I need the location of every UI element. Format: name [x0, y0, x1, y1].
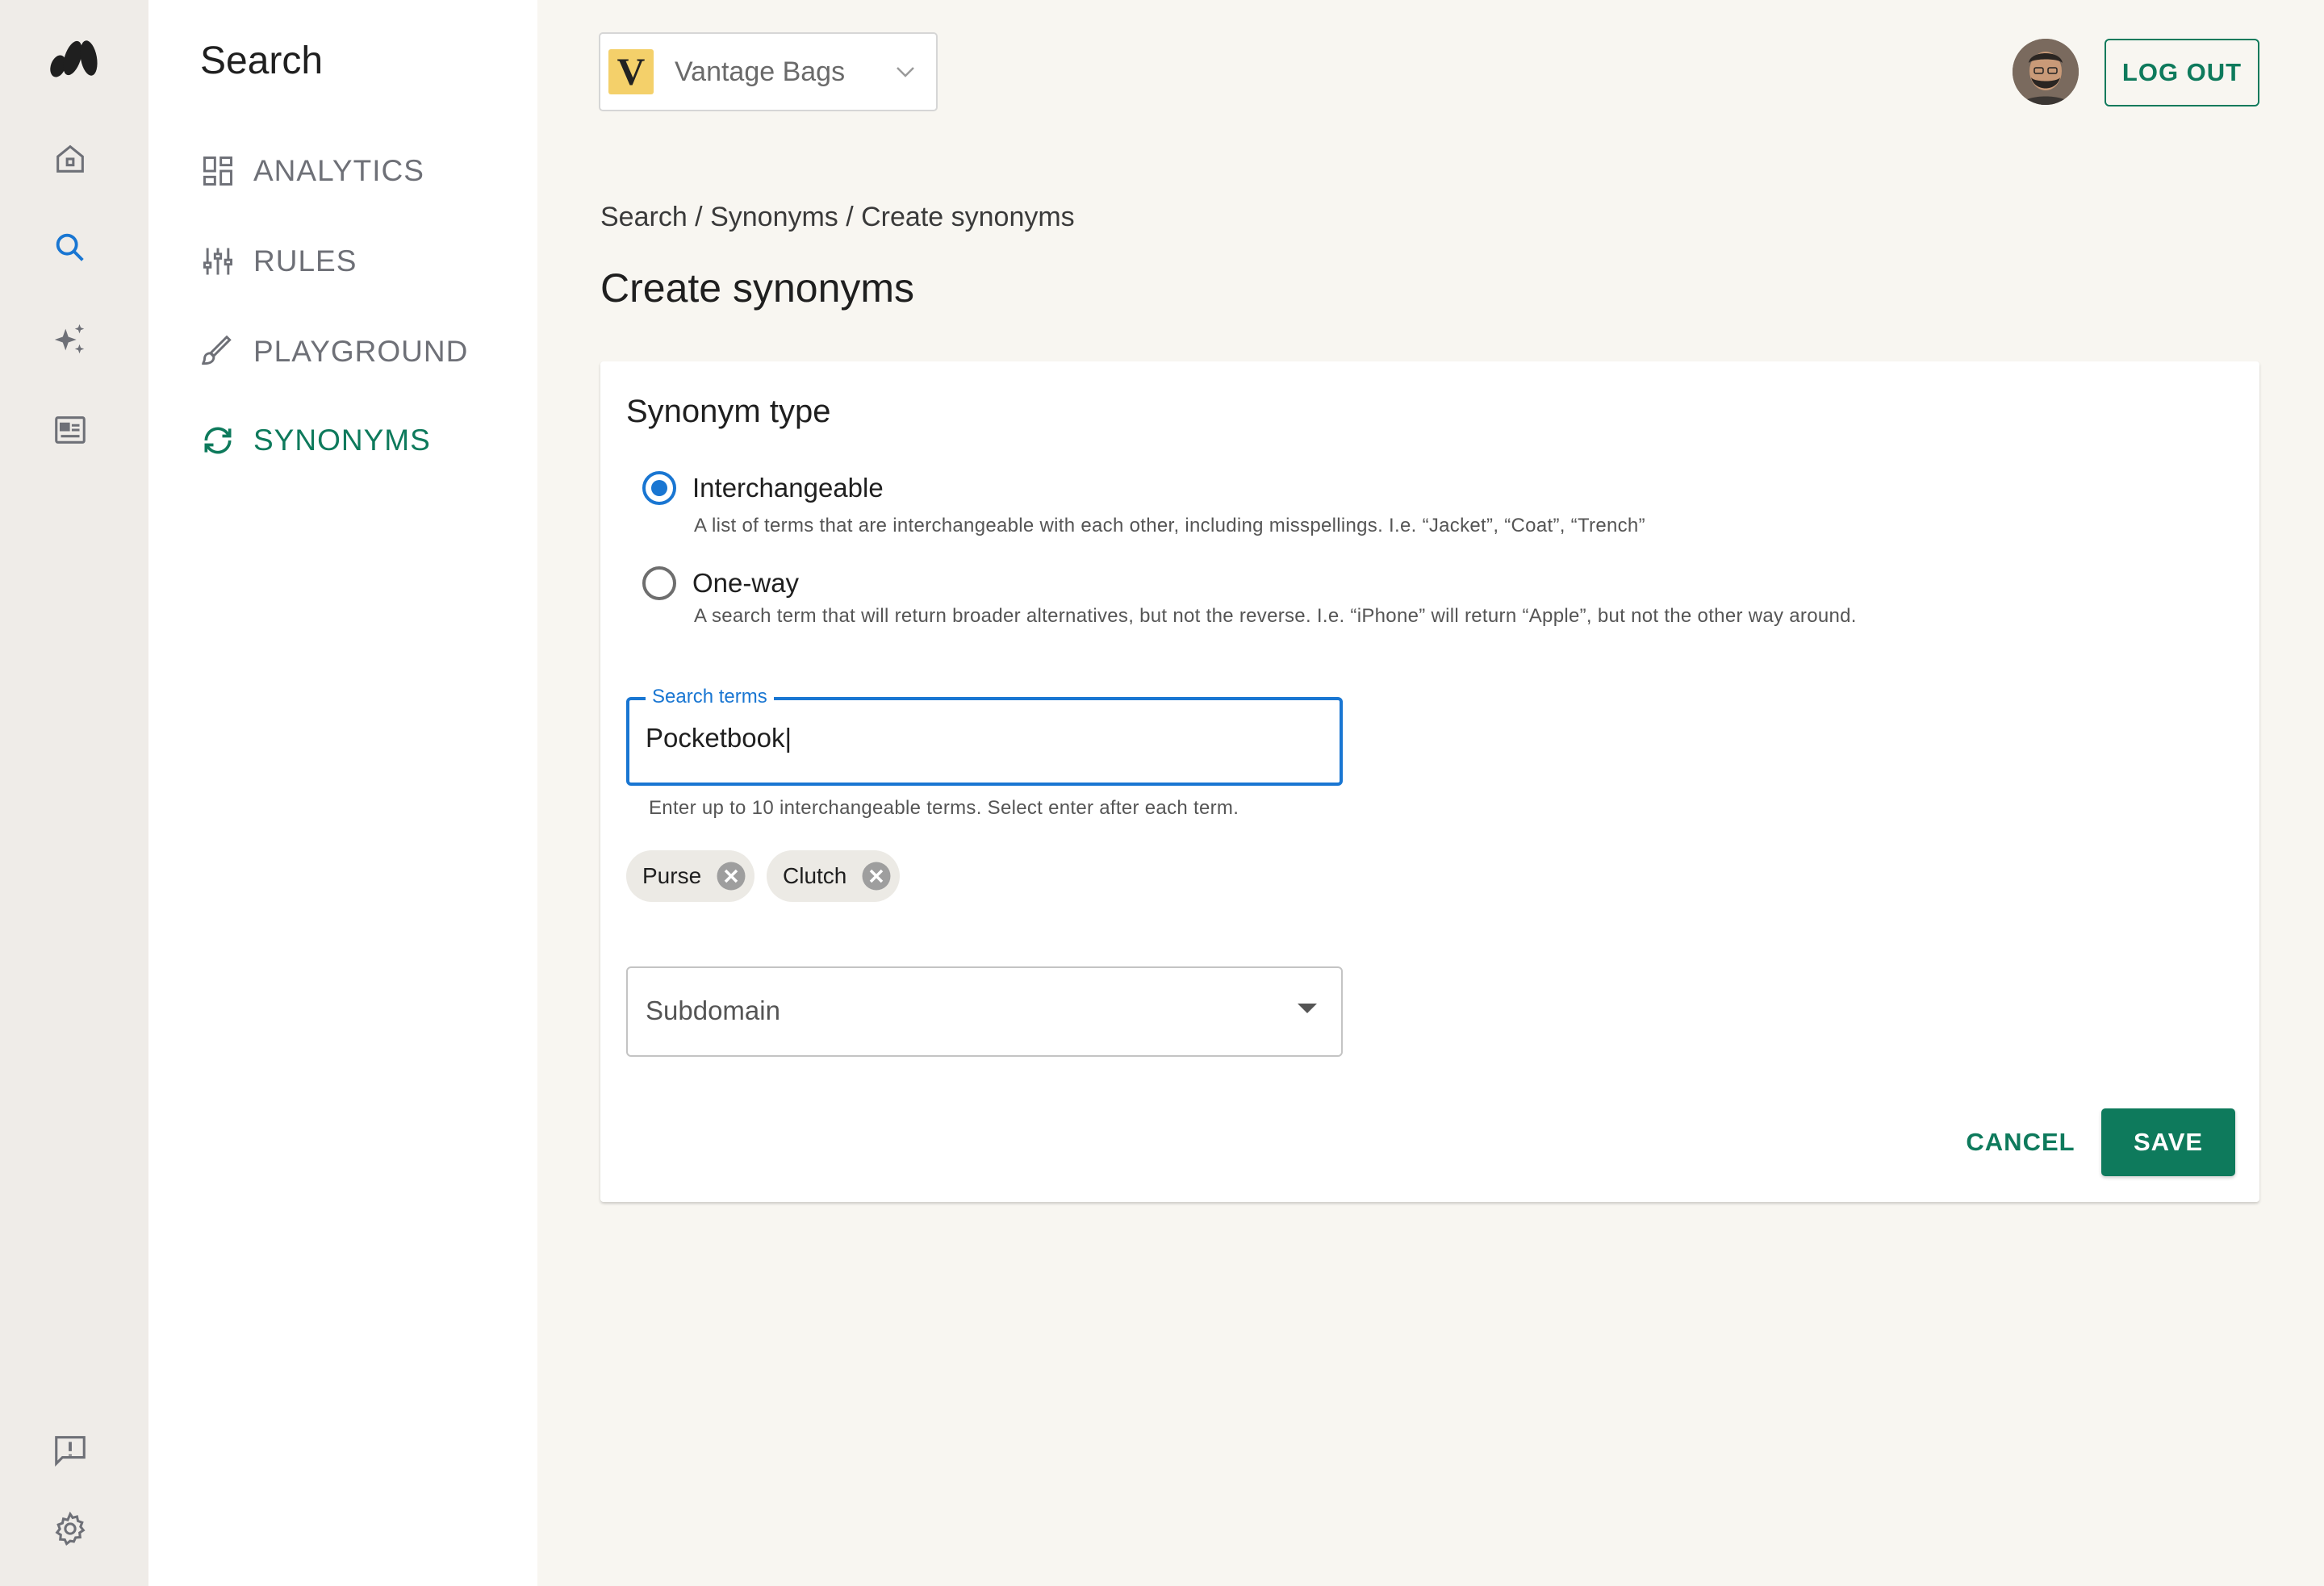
chip-label: Purse	[642, 863, 702, 888]
radio-button-checked[interactable]	[642, 471, 676, 505]
brush-icon	[202, 335, 232, 365]
search-terms-field: Search terms	[626, 686, 1343, 786]
sparkle-icon[interactable]	[50, 319, 90, 360]
brand-selector[interactable]: V Vantage Bags	[599, 32, 938, 111]
cancel-button[interactable]: CANCEL	[1940, 1108, 2101, 1176]
radio-interchangeable[interactable]: Interchangeable	[642, 471, 884, 505]
side-panel: Search ANALYTICS RULES PLAYGROUND SYNONY…	[148, 0, 537, 1586]
cancel-icon[interactable]	[714, 859, 748, 893]
nav-item-analytics[interactable]: ANALYTICS	[200, 148, 424, 194]
article-icon[interactable]	[50, 410, 90, 450]
dropdown-arrow-icon	[1298, 1004, 1317, 1013]
sliders-icon	[203, 248, 232, 275]
radio-one-way[interactable]: One-way	[642, 566, 799, 600]
brand-logo: V	[608, 49, 654, 94]
select-placeholder: Subdomain	[646, 995, 780, 1025]
nav-item-label: SYNONYMS	[253, 424, 431, 457]
page-title: Create synonyms	[600, 265, 915, 311]
nav-item-playground[interactable]: PLAYGROUND	[200, 329, 468, 374]
search-terms-input[interactable]	[646, 723, 1323, 753]
sync-icon	[204, 427, 232, 454]
chip-purse[interactable]: Purse	[626, 850, 755, 902]
chip-clutch[interactable]: Clutch	[767, 850, 901, 902]
radio-label: Interchangeable	[692, 473, 884, 503]
search-icon[interactable]	[50, 227, 90, 268]
nav-item-label: ANALYTICS	[253, 154, 424, 187]
gear-icon[interactable]	[50, 1509, 90, 1549]
helper-text: Enter up to 10 interchangeable terms. Se…	[649, 797, 1239, 819]
nav-item-label: PLAYGROUND	[253, 335, 469, 368]
home-icon[interactable]	[50, 139, 90, 179]
radio-description: A list of terms that are interchangeable…	[694, 515, 1645, 536]
nav-item-rules[interactable]: RULES	[200, 239, 357, 284]
synonym-form-card: Synonym type Interchangeable A list of t…	[600, 361, 2259, 1202]
icon-rail	[0, 0, 148, 1586]
logout-button[interactable]: LOG OUT	[2105, 39, 2259, 106]
radio-label: One-way	[692, 568, 800, 598]
breadcrumb: Search / Synonyms / Create synonyms	[600, 202, 1075, 232]
logo-icon[interactable]	[48, 37, 100, 79]
brand-name: Vantage Bags	[675, 56, 846, 87]
radio-button[interactable]	[642, 566, 676, 600]
feedback-icon[interactable]	[50, 1429, 90, 1470]
chip-label: Clutch	[783, 863, 847, 888]
subdomain-select[interactable]: Subdomain	[626, 966, 1343, 1057]
radio-description: A search term that will return broader a…	[694, 605, 1857, 627]
nav-item-synonyms[interactable]: SYNONYMS	[200, 418, 431, 463]
avatar[interactable]	[2013, 39, 2079, 105]
panel-title: Search	[200, 40, 324, 82]
section-title: Synonym type	[626, 394, 831, 429]
cancel-icon[interactable]	[859, 859, 893, 893]
field-label: Search terms	[646, 686, 774, 708]
nav-item-label: RULES	[253, 244, 357, 278]
chevron-down-icon	[897, 67, 914, 77]
save-button[interactable]: SAVE	[2101, 1108, 2235, 1176]
dashboard-icon	[203, 157, 232, 186]
